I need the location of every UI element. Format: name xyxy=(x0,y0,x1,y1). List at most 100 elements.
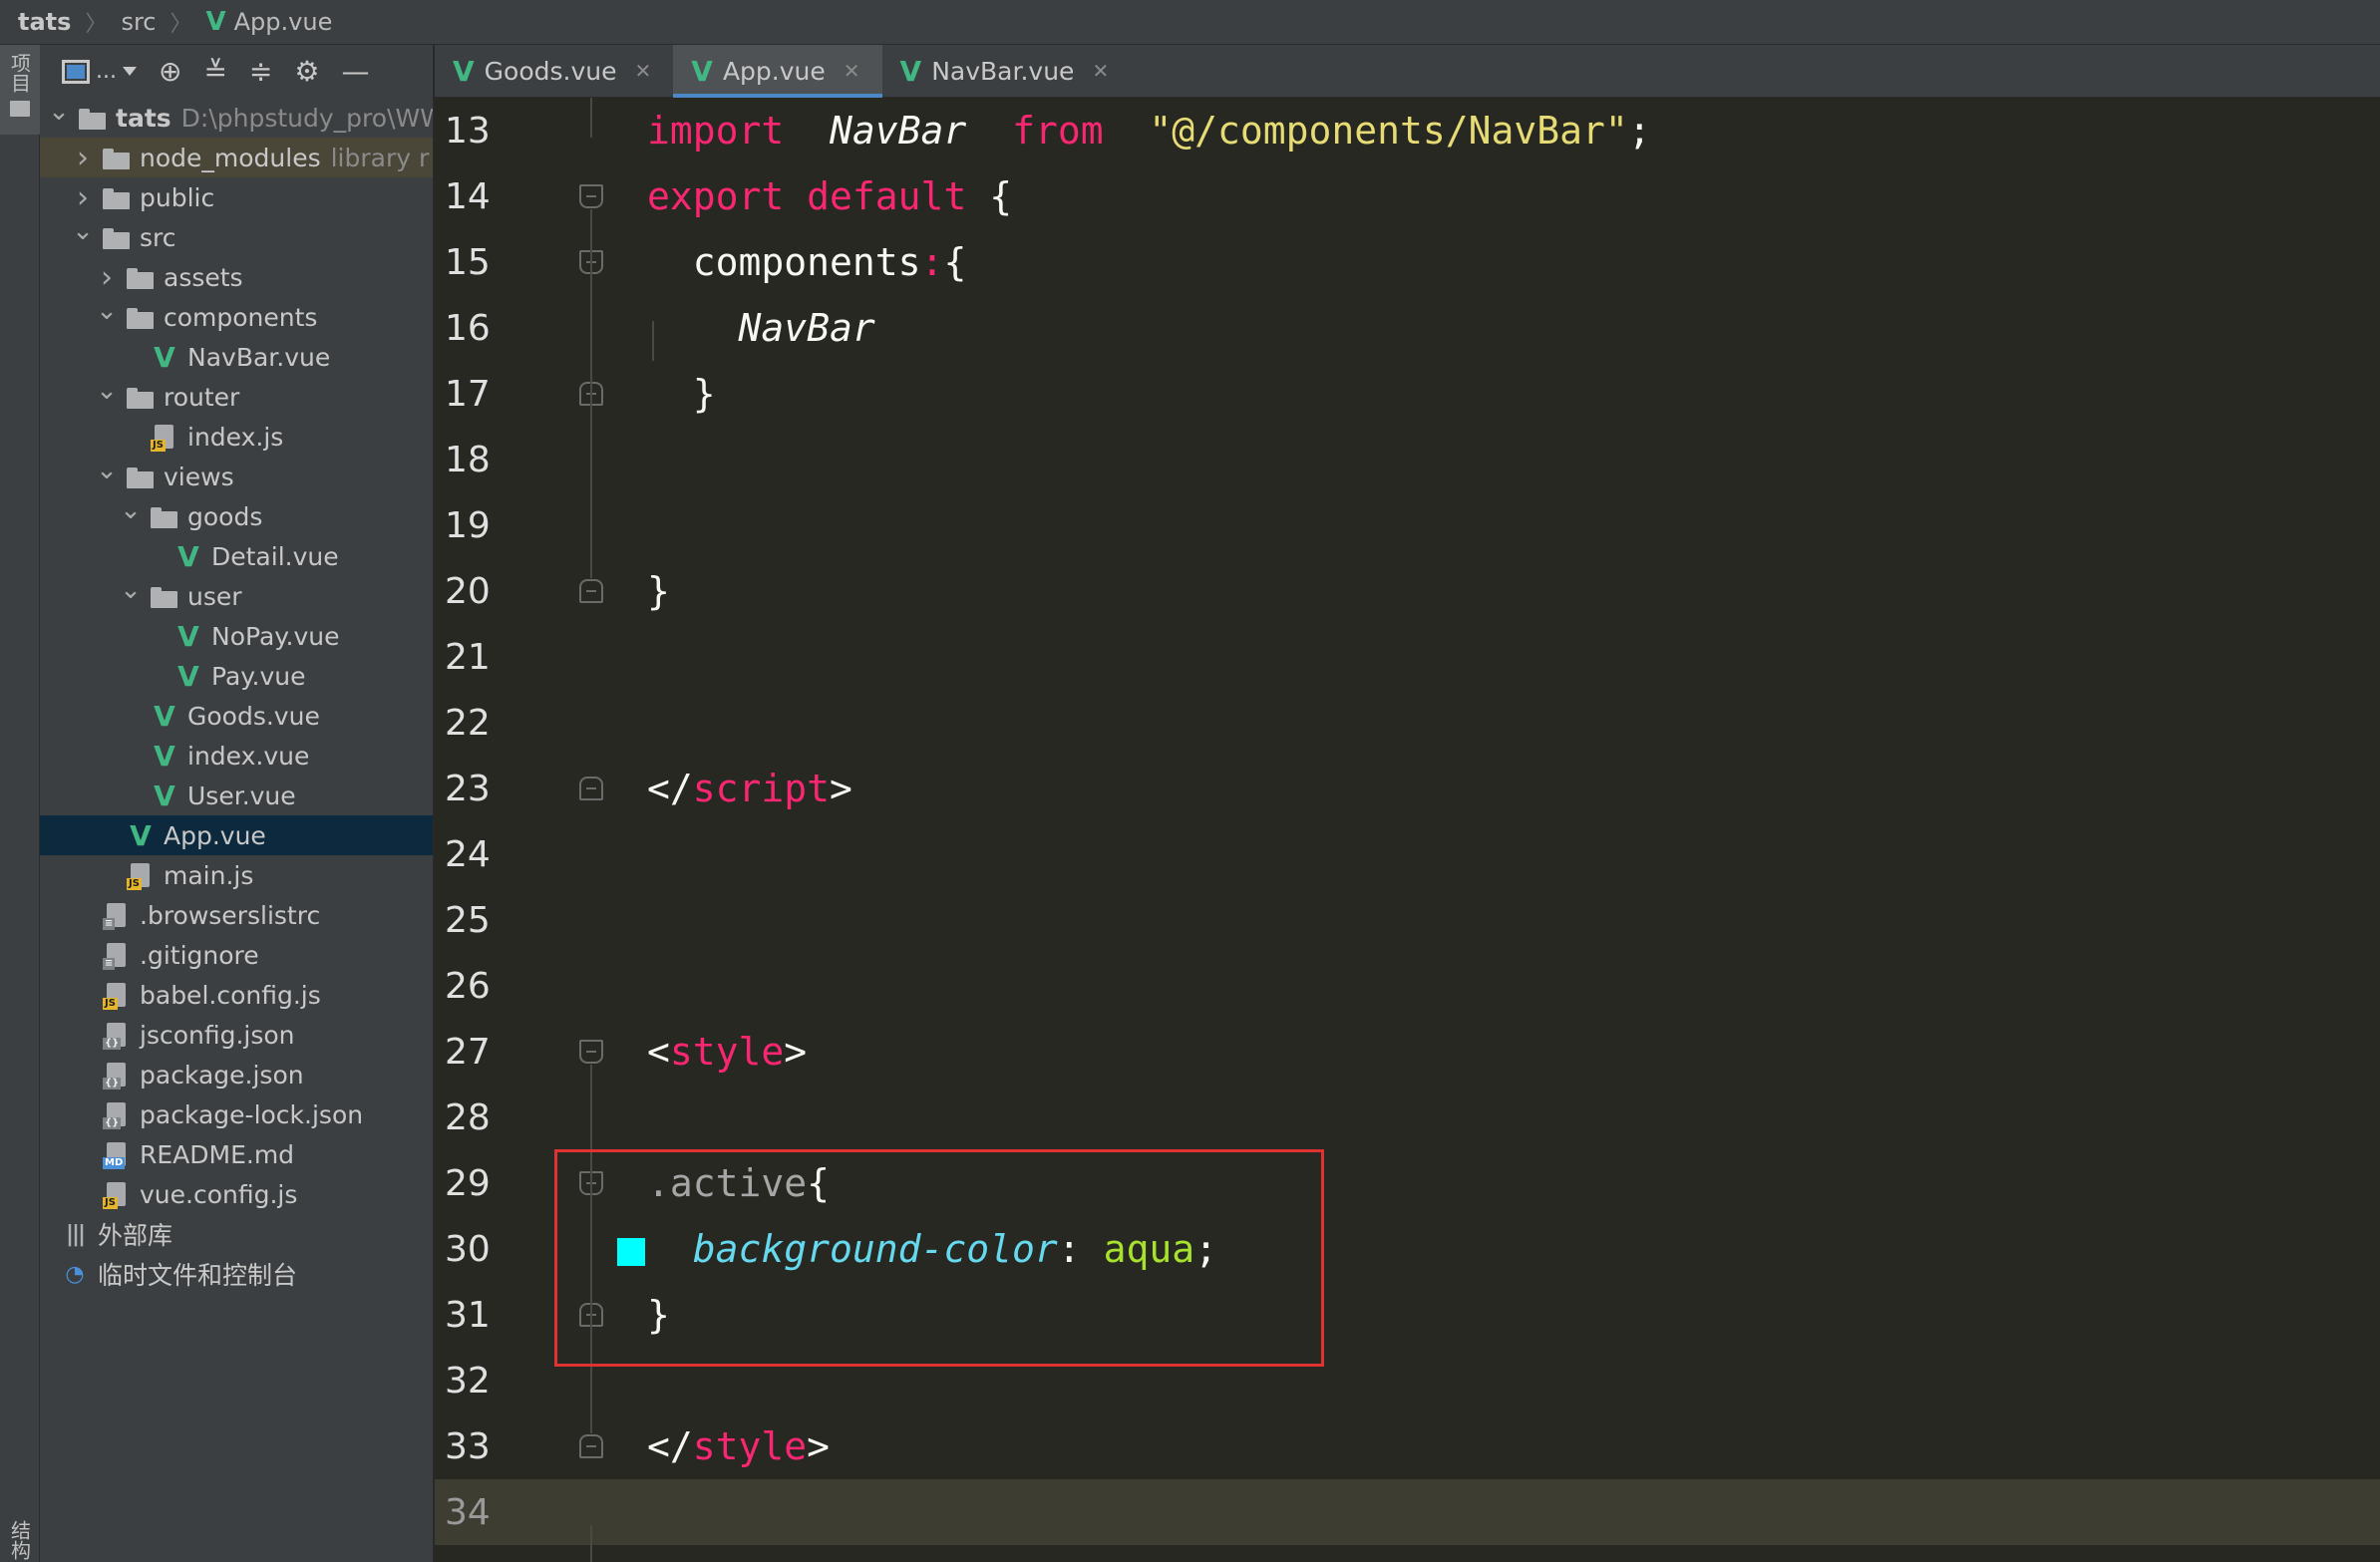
tree-item[interactable]: ›VApp.vue xyxy=(40,815,433,855)
editor-gutter xyxy=(534,427,634,492)
json-file-icon: {} xyxy=(102,1101,132,1129)
structure-tool-button[interactable]: 结构 xyxy=(0,1520,40,1560)
code-line[interactable]: 24 xyxy=(435,821,2380,887)
fold-end-icon[interactable] xyxy=(579,777,603,800)
tree-item[interactable]: ›VGoods.vue xyxy=(40,696,433,736)
code-line[interactable]: 33 </style> xyxy=(435,1413,2380,1479)
tree-item[interactable]: ›VNavBar.vue xyxy=(40,337,433,377)
tree-item[interactable]: ⌄ tats D:\phpstudy_pro\WW xyxy=(40,97,433,138)
tree-item[interactable]: ›JSmain.js xyxy=(40,855,433,895)
code-line[interactable]: 15 components:{ xyxy=(435,229,2380,295)
tree-item[interactable]: › public xyxy=(40,177,433,217)
breadcrumb-item-file[interactable]: V App.vue xyxy=(206,7,333,37)
fold-guide xyxy=(590,1065,592,1433)
breadcrumb-item-project[interactable]: tats xyxy=(18,8,71,36)
code-line[interactable]: 25 xyxy=(435,887,2380,953)
code-line[interactable]: 20} xyxy=(435,558,2380,624)
dropdown-arrow-icon xyxy=(122,67,137,76)
code-line[interactable]: 23 </script> xyxy=(435,756,2380,821)
code-line[interactable]: 32 xyxy=(435,1348,2380,1413)
fold-collapse-icon[interactable] xyxy=(579,1040,603,1064)
code-token: NavBar xyxy=(830,109,967,153)
collapse-all-icon[interactable]: ≑ xyxy=(249,57,272,86)
code-line[interactable]: 30 background-color: aqua; xyxy=(435,1216,2380,1282)
code-line[interactable]: 28 xyxy=(435,1085,2380,1150)
tree-item[interactable]: ›◔临时文件和控制台 xyxy=(40,1254,433,1294)
chevron-down-icon[interactable]: ⌄ xyxy=(72,216,94,246)
tree-item-label: Detail.vue xyxy=(211,541,339,571)
fold-end-icon[interactable] xyxy=(579,579,603,603)
tree-item[interactable]: ⌄ user xyxy=(40,575,433,616)
chevron-down-icon[interactable]: ⌄ xyxy=(96,456,118,485)
expand-all-icon[interactable]: ≚ xyxy=(203,57,226,86)
code-line[interactable]: 19 xyxy=(435,492,2380,558)
tree-item[interactable]: ⌄ router xyxy=(40,376,433,417)
editor-tab[interactable]: V Goods.vue ✕ xyxy=(435,45,673,97)
fold-end-icon[interactable] xyxy=(579,1434,603,1458)
tree-item[interactable]: ›≡.gitignore xyxy=(40,935,433,975)
gear-icon[interactable]: ⚙ xyxy=(294,57,319,86)
tree-item[interactable]: › node_modules library r xyxy=(40,138,433,177)
code-line[interactable]: 14 export default { xyxy=(435,163,2380,229)
fold-collapse-icon[interactable] xyxy=(579,184,603,208)
chevron-right-icon[interactable]: › xyxy=(72,141,94,175)
chevron-down-icon[interactable]: ⌄ xyxy=(120,575,142,605)
editor-gutter xyxy=(534,492,634,558)
editor-tab[interactable]: V NavBar.vue ✕ xyxy=(882,45,1132,97)
tree-item[interactable]: ›JSindex.js xyxy=(40,417,433,457)
code-line[interactable]: 18 xyxy=(435,427,2380,492)
line-number: 19 xyxy=(445,504,491,546)
tree-item[interactable]: ›JSbabel.config.js xyxy=(40,975,433,1015)
code-line[interactable]: 34 xyxy=(435,1479,2380,1545)
tree-item[interactable]: ›|||外部库 xyxy=(40,1214,433,1254)
color-swatch-icon[interactable] xyxy=(617,1238,645,1266)
close-icon[interactable]: ✕ xyxy=(635,59,652,83)
locate-file-icon[interactable]: ⊕ xyxy=(159,57,181,86)
chevron-right-icon[interactable]: › xyxy=(72,180,94,215)
tree-item[interactable]: ›{}jsconfig.json xyxy=(40,1015,433,1055)
vue-file-icon: V xyxy=(177,659,199,693)
tree-item[interactable]: ›VPay.vue xyxy=(40,656,433,696)
tree-item[interactable]: ⌄ goods xyxy=(40,495,433,536)
breadcrumb-item-src[interactable]: src xyxy=(121,8,156,36)
tree-item[interactable]: ›≡.browserslistrc xyxy=(40,895,433,935)
tree-item[interactable]: ›VNoPay.vue xyxy=(40,616,433,656)
code-line[interactable]: 22 xyxy=(435,690,2380,756)
editor-tab[interactable]: V App.vue ✕ xyxy=(673,45,882,98)
code-line[interactable]: 21 xyxy=(435,624,2380,690)
tree-item[interactable]: ›{}package.json xyxy=(40,1055,433,1094)
view-mode-dropdown[interactable]: ... xyxy=(62,59,137,84)
tree-item[interactable]: ›VDetail.vue xyxy=(40,536,433,576)
code-line[interactable]: 27 <style> xyxy=(435,1019,2380,1085)
chevron-right-icon[interactable]: › xyxy=(96,260,118,295)
tree-item[interactable]: ⌄ views xyxy=(40,456,433,496)
minimize-icon[interactable]: — xyxy=(342,57,370,86)
project-tree: ⌄ tats D:\phpstudy_pro\WW › node_modules libr… xyxy=(40,97,433,1294)
tree-item[interactable]: ›Vindex.vue xyxy=(40,736,433,776)
close-icon[interactable]: ✕ xyxy=(1092,59,1109,83)
close-icon[interactable]: ✕ xyxy=(844,59,860,83)
chevron-down-icon[interactable]: ⌄ xyxy=(96,296,118,326)
code-line[interactable]: 31} xyxy=(435,1282,2380,1348)
code-line[interactable]: 16 NavBar xyxy=(435,295,2380,361)
tree-item[interactable]: ⌄ src xyxy=(40,216,433,257)
line-number: 32 xyxy=(445,1360,491,1402)
code-line[interactable]: 29 .active{ xyxy=(435,1150,2380,1216)
project-tool-button[interactable]: 项目 xyxy=(0,45,40,135)
tree-item[interactable]: ›VUser.vue xyxy=(40,776,433,815)
code-token: </ xyxy=(647,767,693,810)
tree-item[interactable]: ›{}package-lock.json xyxy=(40,1094,433,1134)
chevron-down-icon[interactable]: ⌄ xyxy=(120,495,142,525)
chevron-down-icon[interactable]: ⌄ xyxy=(96,376,118,406)
tree-item[interactable]: › assets xyxy=(40,257,433,297)
chevron-down-icon[interactable]: ⌄ xyxy=(48,97,70,127)
code-line[interactable]: 26 xyxy=(435,953,2380,1019)
tree-item[interactable]: ⌄ components xyxy=(40,296,433,337)
tree-item[interactable]: ›JSvue.config.js xyxy=(40,1174,433,1214)
code-editor[interactable]: 13 import NavBar from "@/components/NavBa… xyxy=(435,98,2380,1562)
folder-icon xyxy=(102,184,132,210)
code-token: aqua xyxy=(1103,1227,1195,1271)
tree-item[interactable]: ›MDREADME.md xyxy=(40,1134,433,1174)
code-line[interactable]: 13 import NavBar from "@/components/NavBa… xyxy=(435,98,2380,163)
code-line[interactable]: 17 } xyxy=(435,361,2380,427)
